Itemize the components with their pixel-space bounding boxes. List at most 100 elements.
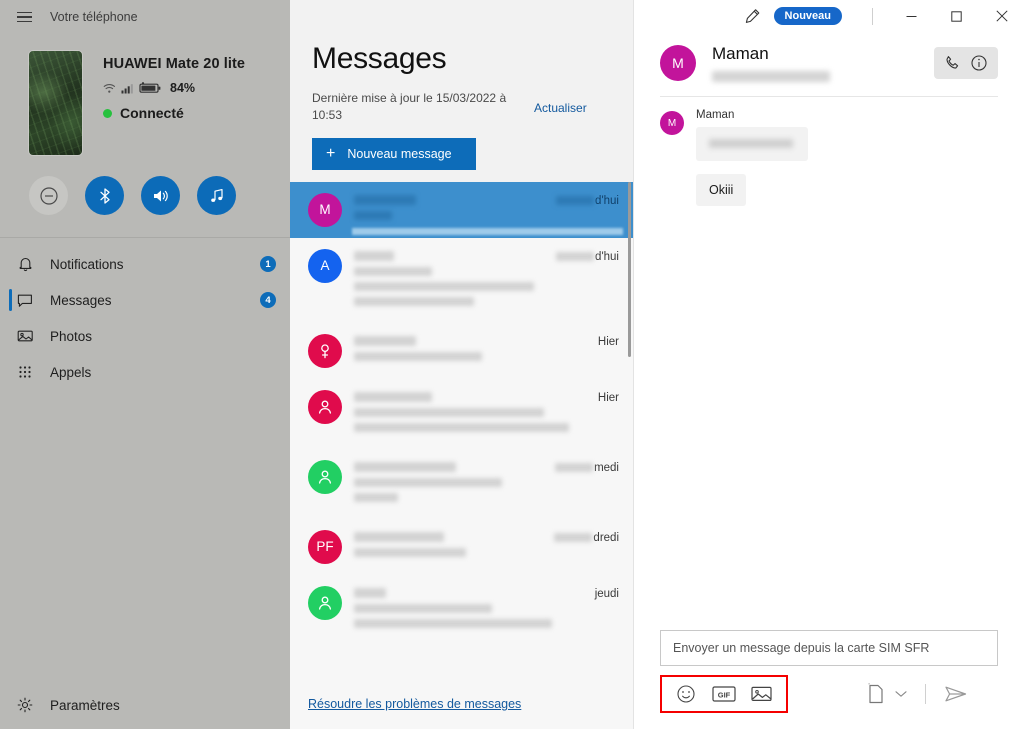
- window-titlebar: Nouveau: [634, 0, 1024, 32]
- quick-action-media[interactable]: [197, 176, 236, 215]
- timestamp-redacted: [556, 195, 595, 205]
- hamburger-icon[interactable]: [10, 3, 38, 31]
- conversation-preview: [354, 460, 555, 508]
- quick-action-volume[interactable]: [141, 176, 180, 215]
- conversation-actions[interactable]: [934, 47, 998, 79]
- quick-action-bluetooth[interactable]: [85, 176, 124, 215]
- active-indicator: [9, 289, 12, 311]
- message-input[interactable]: [673, 641, 985, 655]
- conversation-snippet-redacted: [354, 210, 392, 220]
- device-status-icons: 84%: [103, 81, 245, 95]
- conversation-snippet-redacted: [354, 281, 534, 291]
- conversation-row[interactable]: jeudi: [290, 575, 633, 645]
- sidebar-nav: Notifications 1 Messages 4 Photos Appels: [0, 246, 290, 390]
- conversation-preview: [354, 249, 556, 312]
- conversation-row[interactable]: Hier: [290, 379, 633, 449]
- conversation-preview: [354, 390, 598, 438]
- conversation-row[interactable]: Md'hui: [290, 181, 633, 238]
- your-phone-app: Votre téléphone HUAWEI Mate 20 lite 84% …: [0, 0, 1024, 729]
- battery-percentage: 84%: [170, 81, 196, 95]
- conversation-snippet-redacted: [354, 407, 544, 417]
- last-update-text: Dernière mise à jour le 15/03/2022 à 10:…: [312, 91, 507, 123]
- last-update-row: Dernière mise à jour le 15/03/2022 à 10:…: [312, 90, 611, 125]
- conversation-row[interactable]: Ad'hui: [290, 238, 633, 323]
- conversation-row[interactable]: medi: [290, 449, 633, 519]
- maximize-icon[interactable]: [934, 0, 979, 32]
- quick-action-do-not-disturb[interactable]: [29, 176, 68, 215]
- sim-selector[interactable]: ': [866, 683, 907, 705]
- chevron-down-icon: [895, 691, 907, 697]
- music-note-icon: [210, 188, 223, 202]
- conversation-timestamp: medi: [555, 460, 619, 474]
- new-badge[interactable]: Nouveau: [773, 7, 842, 25]
- phone-screen-thumbnail[interactable]: [28, 50, 83, 156]
- device-name: HUAWEI Mate 20 lite: [103, 56, 246, 72]
- refresh-link[interactable]: Actualiser: [534, 90, 587, 115]
- sidebar-item-label: Photos: [50, 328, 93, 344]
- avatar: [308, 585, 342, 620]
- message-bubble[interactable]: Okiii: [696, 174, 747, 206]
- conversation-preview: [354, 334, 598, 367]
- avatar: A: [308, 248, 342, 283]
- bluetooth-icon: [99, 187, 110, 204]
- conversation-list[interactable]: Md'hui Ad'hui Hier Hier medi PF dredi jeudi: [290, 181, 633, 683]
- emoji-icon[interactable]: [674, 682, 698, 706]
- pencil-icon[interactable]: [736, 1, 770, 31]
- sidebar-item-photos[interactable]: Photos: [0, 318, 290, 354]
- conversation-name-redacted: [354, 250, 394, 261]
- conversation-name-redacted: [354, 194, 416, 205]
- avatar: [308, 459, 342, 494]
- sidebar-item-appels[interactable]: Appels: [0, 354, 290, 390]
- conversation-preview: [354, 193, 556, 226]
- new-message-button[interactable]: + Nouveau message: [312, 137, 476, 170]
- sidebar-item-settings[interactable]: Paramètres: [0, 697, 290, 729]
- sidebar-item-label: Appels: [50, 364, 92, 380]
- settings-label: Paramètres: [50, 697, 120, 713]
- close-icon[interactable]: [979, 0, 1024, 32]
- conversation-snippet-redacted: [354, 477, 502, 487]
- quick-actions: [0, 156, 290, 215]
- phone-icon: [946, 56, 959, 69]
- conversation-row[interactable]: PF dredi: [290, 519, 633, 575]
- message-column: Maman Okiii: [696, 109, 808, 214]
- conversation-snippet-redacted: [354, 618, 552, 628]
- sidebar-header: Votre téléphone: [0, 0, 290, 34]
- conversation-preview: [354, 530, 554, 563]
- minimize-icon[interactable]: [889, 0, 934, 32]
- device-card: HUAWEI Mate 20 lite 84% Connecté: [0, 34, 290, 156]
- app-title: Votre téléphone: [50, 10, 138, 24]
- troubleshoot-link[interactable]: Résoudre les problèmes de messages: [290, 683, 633, 729]
- sidebar-item-messages[interactable]: Messages 4: [0, 282, 290, 318]
- conversation-row[interactable]: Hier: [290, 323, 633, 379]
- page-title: Messages: [312, 42, 447, 75]
- conversation-name-redacted: [354, 531, 444, 542]
- message-input-wrapper[interactable]: [660, 630, 998, 666]
- message-composer: GIF ': [634, 630, 1024, 729]
- gear-icon: [14, 697, 36, 713]
- messages-badge: 4: [260, 292, 276, 308]
- sidebar-item-notifications[interactable]: Notifications 1: [0, 246, 290, 282]
- battery-icon: [139, 82, 161, 93]
- connection-status: Connecté: [103, 105, 245, 121]
- contact-phone-number-redacted: [712, 71, 830, 82]
- conversation-list-scrollbar[interactable]: [628, 181, 631, 357]
- sim-card-icon: ': [868, 683, 883, 704]
- status-dot-icon: [103, 108, 112, 118]
- conversation-snippet-redacted: [354, 296, 474, 306]
- avatar: M: [660, 45, 696, 81]
- svg-text:': ': [868, 683, 869, 690]
- send-icon[interactable]: [944, 684, 968, 704]
- messages-panel: Messages Dernière mise à jour le 15/03/2…: [290, 0, 634, 729]
- sidebar-item-label: Messages: [50, 292, 112, 308]
- new-message-label: Nouveau message: [347, 146, 452, 161]
- info-icon: [971, 55, 987, 71]
- device-info: HUAWEI Mate 20 lite 84% Connecté: [103, 50, 245, 156]
- message-bubble[interactable]: [696, 127, 808, 161]
- image-icon[interactable]: [750, 682, 774, 706]
- composer-toolbar: GIF ': [660, 675, 998, 713]
- avatar: PF: [308, 529, 342, 564]
- conversation-name-redacted: [354, 587, 386, 598]
- gif-icon[interactable]: GIF: [712, 682, 736, 706]
- dialpad-icon: [14, 365, 36, 379]
- conversation-timestamp: Hier: [597, 391, 619, 404]
